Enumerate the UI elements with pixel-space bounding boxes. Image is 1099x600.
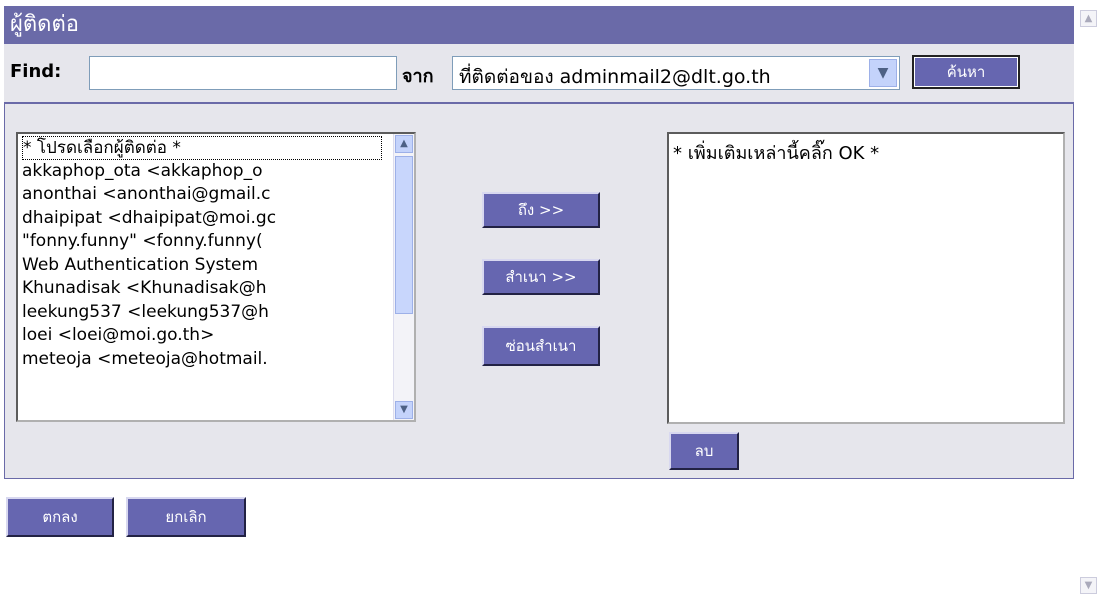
ok-button[interactable]: ตกลง bbox=[6, 497, 114, 537]
contact-option[interactable]: anonthai <anonthai@gmail.c bbox=[22, 183, 388, 207]
contact-option[interactable]: meteoja <meteoja@hotmail. bbox=[22, 348, 388, 372]
add-cc-button[interactable]: สำเนา >> bbox=[482, 259, 600, 295]
find-toolbar: Find: จาก ที่ติดต่อของ adminmail2@dlt.go… bbox=[4, 44, 1074, 104]
scroll-up-icon[interactable]: ▲ bbox=[395, 135, 413, 153]
contacts-scrollbar[interactable]: ▲ ▼ bbox=[393, 134, 414, 420]
contact-option[interactable]: dhaipipat <dhaipipat@moi.gc bbox=[22, 207, 388, 231]
recipients-hint: * เพิ่มเติมเหล่านี้คลิ๊ก OK * bbox=[673, 143, 880, 164]
cancel-button[interactable]: ยกเลิก bbox=[126, 497, 246, 537]
search-button[interactable]: ค้นหา bbox=[912, 55, 1020, 89]
contact-option[interactable]: "fonny.funny" <fonny.funny( bbox=[22, 230, 388, 254]
address-book-selected: ที่ติดต่อของ adminmail2@dlt.go.th bbox=[459, 66, 771, 88]
contacts-listbox[interactable]: * โปรดเลือกผู้ติดต่อ * akkaphop_ota <akka… bbox=[16, 132, 416, 422]
address-book-select[interactable]: ที่ติดต่อของ adminmail2@dlt.go.th ▼ bbox=[452, 56, 900, 90]
chevron-down-icon[interactable]: ▼ bbox=[869, 59, 897, 87]
page-scroll-down-icon[interactable]: ▼ bbox=[1080, 577, 1097, 594]
from-label: จาก bbox=[402, 66, 434, 87]
scroll-thumb[interactable] bbox=[395, 156, 413, 314]
add-to-button[interactable]: ถึง >> bbox=[482, 192, 600, 228]
dialog-title: ผู้ติดต่อ bbox=[4, 6, 1074, 44]
contact-option[interactable]: * โปรดเลือกผู้ติดต่อ * bbox=[22, 136, 382, 160]
find-input[interactable] bbox=[89, 56, 397, 90]
contact-option[interactable]: Web Authentication System bbox=[22, 254, 388, 278]
delete-button[interactable]: ลบ bbox=[669, 432, 739, 470]
add-bcc-button[interactable]: ซ่อนสำเนา bbox=[482, 326, 600, 366]
scroll-down-icon[interactable]: ▼ bbox=[395, 401, 413, 419]
contact-option[interactable]: akkaphop_ota <akkaphop_o bbox=[22, 160, 388, 184]
contact-option[interactable]: leekung537 <leekung537@h bbox=[22, 301, 388, 325]
page-scroll-up-icon[interactable]: ▲ bbox=[1080, 10, 1097, 27]
page-scrollbar[interactable]: ▲ ▼ bbox=[1078, 0, 1099, 600]
contact-option[interactable]: Khunadisak <Khunadisak@h bbox=[22, 277, 388, 301]
selected-recipients-box[interactable]: * เพิ่มเติมเหล่านี้คลิ๊ก OK * bbox=[667, 132, 1065, 424]
find-label: Find: bbox=[10, 61, 62, 82]
contact-option[interactable]: loei <loei@moi.go.th> bbox=[22, 324, 388, 348]
contacts-list: * โปรดเลือกผู้ติดต่อ * akkaphop_ota <akka… bbox=[22, 136, 388, 371]
